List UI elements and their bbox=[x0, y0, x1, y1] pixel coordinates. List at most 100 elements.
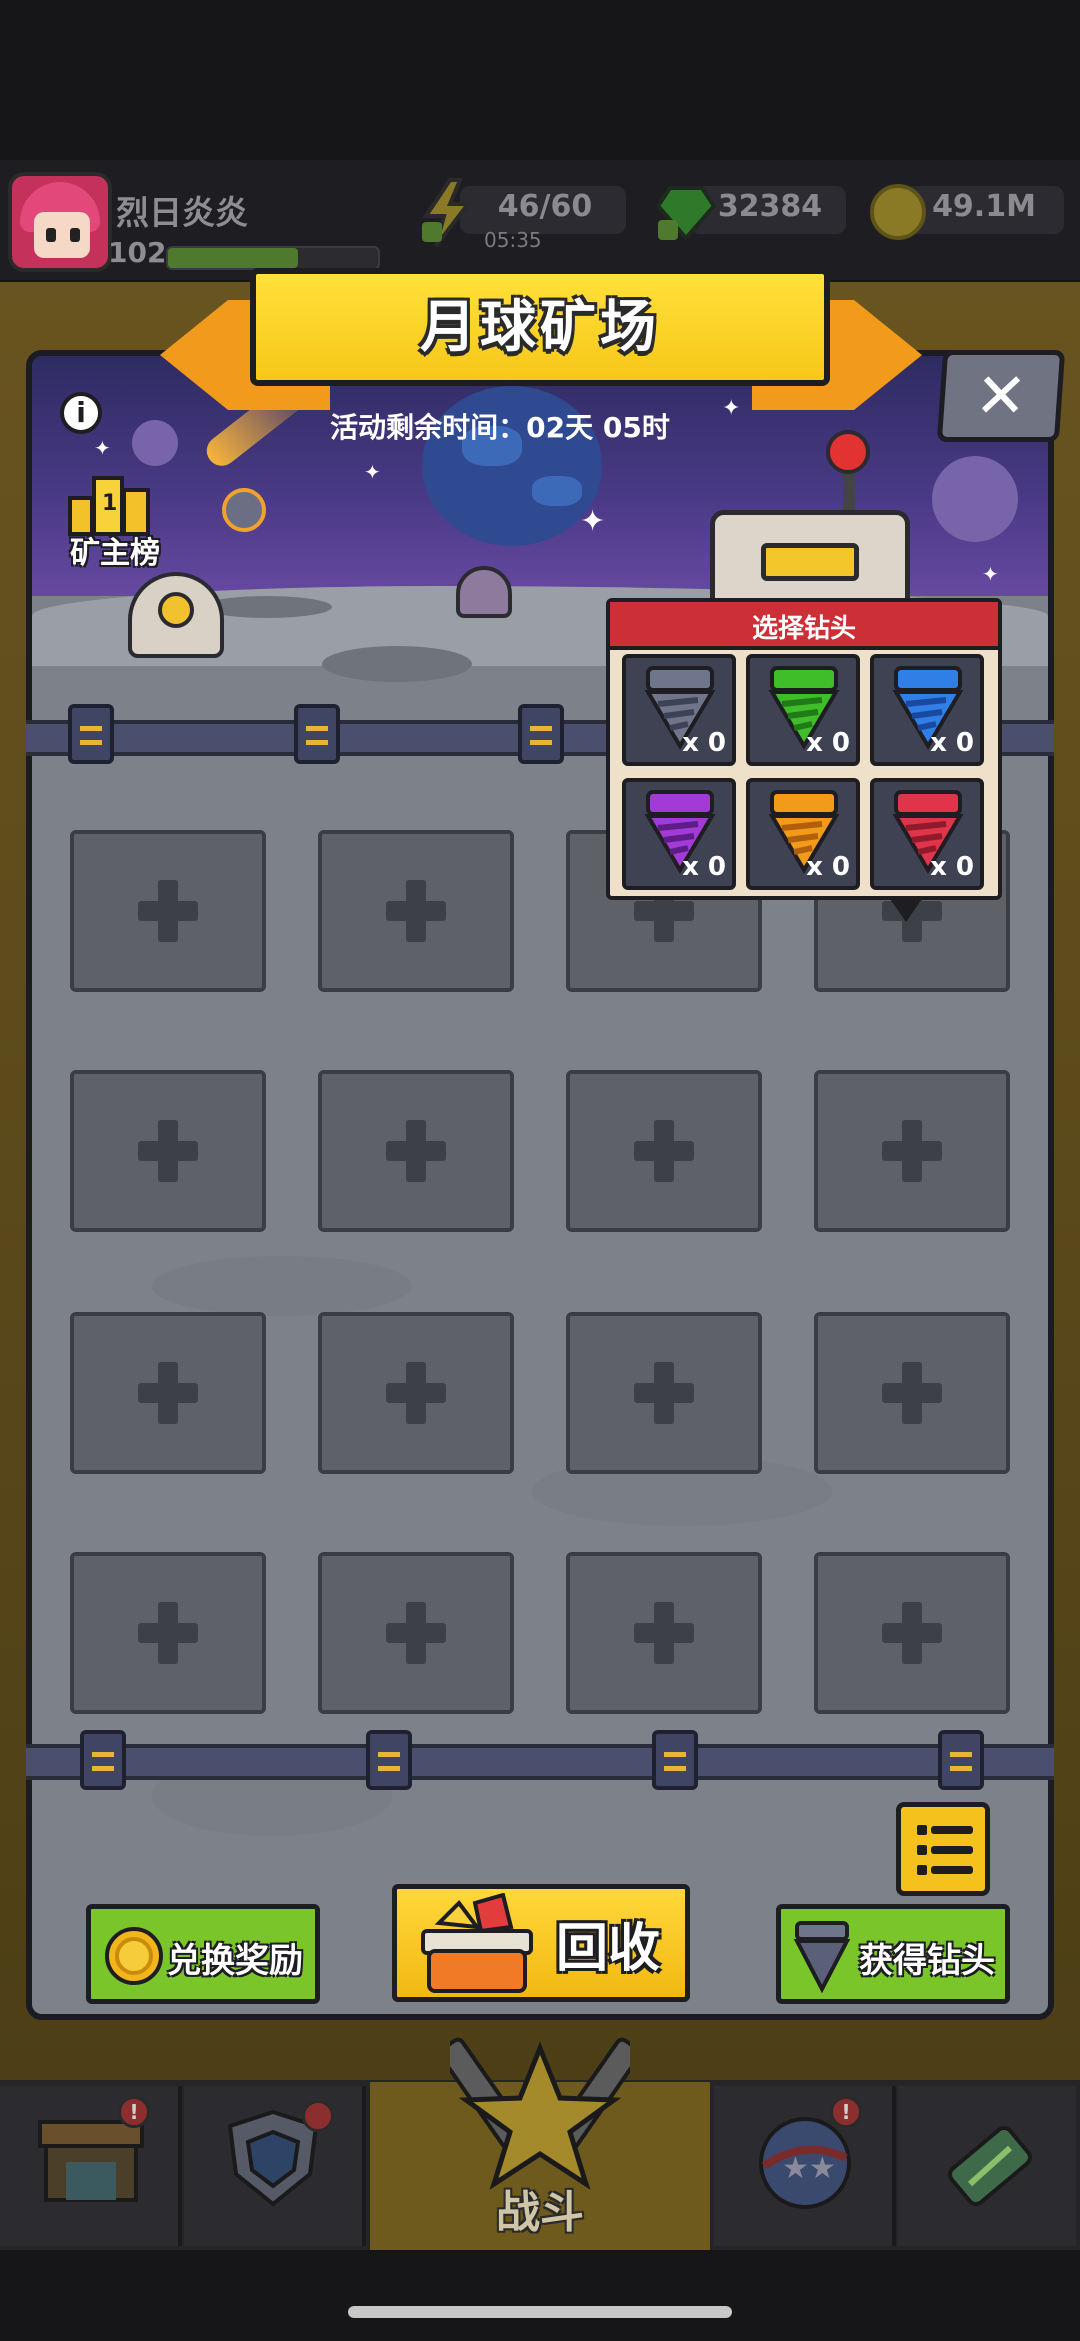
energy-timer: 05:35 bbox=[484, 228, 542, 252]
nav-dna[interactable] bbox=[898, 2086, 1076, 2246]
get-drill-label: 获得钻头 bbox=[859, 1941, 995, 1981]
plus-icon bbox=[138, 1120, 198, 1182]
equipment-badge bbox=[302, 2100, 334, 2132]
mining-slot[interactable] bbox=[70, 1070, 266, 1232]
home-indicator[interactable] bbox=[348, 2306, 732, 2318]
orange-drill-count: x 0 bbox=[806, 852, 850, 882]
close-button[interactable]: ✕ bbox=[936, 350, 1066, 442]
plus-icon bbox=[634, 1362, 694, 1424]
plus-icon bbox=[882, 1120, 942, 1182]
red-drill-slot[interactable]: x 0 bbox=[870, 778, 984, 890]
energy-value: 46/60 bbox=[497, 189, 593, 224]
drill-machine bbox=[710, 510, 910, 610]
star-icon: ✦ bbox=[94, 436, 111, 460]
drill-icon bbox=[793, 1921, 851, 1993]
plus-icon bbox=[138, 880, 198, 942]
coin-value: 49.1M bbox=[932, 189, 1036, 224]
player-name: 烈日炎炎 bbox=[116, 193, 248, 232]
mining-slot[interactable] bbox=[70, 830, 266, 992]
plus-icon bbox=[138, 1362, 198, 1424]
rail-bolt bbox=[68, 704, 114, 764]
red-drill-count: x 0 bbox=[930, 852, 974, 882]
modal-title: 月球矿场 bbox=[420, 295, 660, 360]
orange-drill-slot[interactable]: x 0 bbox=[746, 778, 860, 890]
mining-slot[interactable] bbox=[814, 1312, 1010, 1474]
record-list-button[interactable] bbox=[896, 1802, 990, 1896]
xp-bar-fill bbox=[168, 248, 299, 268]
info-button[interactable]: i bbox=[60, 392, 102, 434]
green-drill-slot[interactable]: x 0 bbox=[746, 654, 860, 766]
nav-battle-label: 战斗 bbox=[496, 2187, 584, 2238]
crater bbox=[152, 1256, 412, 1316]
medal-coin-icon bbox=[105, 1927, 163, 1985]
star-icon: ✦ bbox=[580, 504, 606, 539]
mining-slot[interactable] bbox=[318, 1070, 514, 1232]
rail-bolt bbox=[366, 1730, 412, 1790]
gray-drill-count: x 0 bbox=[682, 728, 726, 758]
mining-slot[interactable] bbox=[814, 1552, 1010, 1714]
meteor-icon bbox=[222, 488, 266, 532]
exchange-reward-label: 兑换奖励 bbox=[167, 1941, 303, 1981]
gray-drill-slot[interactable]: x 0 bbox=[622, 654, 736, 766]
mining-slot[interactable] bbox=[814, 1070, 1010, 1232]
lower-rail bbox=[26, 1744, 1054, 1780]
plus-icon bbox=[386, 1120, 446, 1182]
plus-icon bbox=[386, 1602, 446, 1664]
leaderboard-rank: 1 bbox=[102, 491, 117, 516]
shop-badge: ! bbox=[118, 2096, 150, 2128]
nav-shop[interactable]: ! bbox=[0, 2086, 182, 2246]
nav-globe[interactable]: ★★ ! bbox=[714, 2086, 896, 2246]
globe-badge: ! bbox=[830, 2096, 862, 2128]
mining-slot[interactable] bbox=[566, 1552, 762, 1714]
nav-equipment[interactable] bbox=[184, 2086, 366, 2246]
plus-icon bbox=[138, 1602, 198, 1664]
treasure-chest-icon bbox=[421, 1893, 533, 1993]
drill-popup-title: 选择钻头 bbox=[751, 614, 856, 644]
lander-icon bbox=[128, 572, 224, 658]
purple-drill-slot[interactable]: x 0 bbox=[622, 778, 736, 890]
close-icon: ✕ bbox=[972, 359, 1030, 432]
player-level: 102 bbox=[108, 236, 167, 269]
player-avatar[interactable] bbox=[8, 172, 112, 272]
xp-bar bbox=[166, 246, 380, 270]
event-timer: 活动剩余时间：02天 05时 bbox=[330, 411, 670, 444]
svg-text:★★: ★★ bbox=[782, 2151, 836, 2186]
rail-bolt bbox=[80, 1730, 126, 1790]
planet-icon bbox=[932, 456, 1018, 542]
star-icon: ✦ bbox=[982, 562, 999, 586]
blue-drill-slot[interactable]: x 0 bbox=[870, 654, 984, 766]
mining-slot[interactable] bbox=[318, 1552, 514, 1714]
leaderboard-label[interactable]: 矿主榜 bbox=[40, 528, 190, 572]
green-drill-count: x 0 bbox=[806, 728, 850, 758]
recycle-label: 回收 bbox=[556, 1919, 661, 1979]
purple-drill-count: x 0 bbox=[682, 852, 726, 882]
plus-icon bbox=[634, 1120, 694, 1182]
planet-icon bbox=[132, 420, 178, 466]
dna-icon bbox=[948, 2125, 1032, 2207]
mining-slot[interactable] bbox=[70, 1552, 266, 1714]
lever-knob-icon bbox=[826, 430, 870, 474]
mining-slot[interactable] bbox=[566, 1312, 762, 1474]
crater bbox=[322, 646, 472, 682]
blue-drill-count: x 0 bbox=[930, 728, 974, 758]
drill-selector-popup: 选择钻头 x 0 x 0 x 0 x 0 x 0 x 0 bbox=[606, 598, 1002, 900]
rail-bolt bbox=[518, 704, 564, 764]
rail-bolt bbox=[652, 1730, 698, 1790]
exchange-reward-button[interactable]: 兑换奖励 bbox=[86, 1904, 320, 2004]
plus-icon bbox=[882, 1362, 942, 1424]
battle-star-icon bbox=[450, 2037, 630, 2190]
mining-slot[interactable] bbox=[70, 1312, 266, 1474]
get-drill-button[interactable]: 获得钻头 bbox=[776, 1904, 1010, 2004]
mining-slot[interactable] bbox=[566, 1070, 762, 1232]
mining-slot[interactable] bbox=[318, 830, 514, 992]
plus-icon bbox=[386, 1362, 446, 1424]
plus-icon bbox=[386, 880, 446, 942]
mining-slot[interactable] bbox=[318, 1312, 514, 1474]
gem-value: 32384 bbox=[717, 189, 823, 224]
rail-bolt bbox=[938, 1730, 984, 1790]
star-icon: ✦ bbox=[364, 460, 381, 484]
robot-icon bbox=[456, 566, 512, 618]
rail-bolt bbox=[294, 704, 340, 764]
plus-icon bbox=[634, 1602, 694, 1664]
lightning-icon bbox=[422, 178, 473, 248]
